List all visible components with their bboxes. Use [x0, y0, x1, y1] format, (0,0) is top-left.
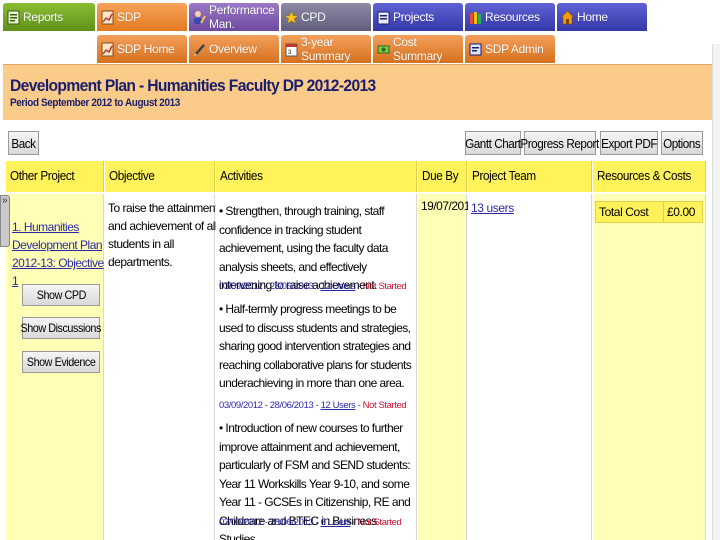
books-icon [470, 11, 481, 24]
activity-text: • Half-termly progress meetings to be us… [219, 302, 412, 390]
page-title: Development Plan - Humanities Faculty DP… [10, 76, 376, 95]
subnav-3-year-summary[interactable]: 3 3-year Summary [281, 35, 371, 63]
nav-label: SDP [117, 10, 141, 24]
activities-cell: • Strengthen, through training, staff co… [216, 194, 417, 540]
subnav-label: SDP Admin [485, 42, 544, 56]
activity-dates: 03/09/2012 - 28/06/2013 - [219, 400, 321, 411]
header-resources-costs: Resources & Costs [593, 161, 706, 192]
folder-doc-icon [377, 11, 390, 24]
show-evidence-button[interactable]: Show Evidence [22, 351, 100, 373]
cost-summary: Total Cost £0.00 [595, 201, 703, 223]
nav-label: Resources [485, 10, 540, 24]
objective-table: Other Project Objective Activities Due B… [6, 161, 706, 540]
header-activities: Activities [216, 161, 417, 192]
project-link[interactable]: 1. Humanities Development Plan 2012-13: … [12, 218, 104, 290]
show-evidence-label: Show Evidence [26, 355, 96, 369]
chart-icon [101, 10, 114, 24]
page-header: Development Plan - Humanities Faculty DP… [3, 64, 712, 120]
back-button[interactable]: Back [8, 131, 39, 155]
subnav-label: SDP Home [117, 42, 175, 56]
nav-label: CPD [301, 10, 326, 24]
nav-sdp[interactable]: SDP [97, 3, 187, 31]
chart-icon [101, 42, 114, 56]
nav-cpd[interactable]: CPD [281, 3, 371, 31]
header-objective: Objective [105, 161, 215, 192]
sdp-subnav: SDP Home Overview 3 3-year Summary Cost … [3, 35, 555, 63]
objective-text: To raise the attainment and achievement … [108, 201, 218, 269]
status-separator: - [355, 281, 363, 292]
header-other-project: Other Project [6, 161, 104, 192]
project-team-cell: 13 users [468, 194, 592, 540]
pencil-icon [194, 43, 205, 56]
admin-icon [469, 43, 482, 55]
subnav-overview[interactable]: Overview [189, 35, 279, 63]
main-nav: Reports SDP Performance Man. CPD Project… [3, 3, 647, 31]
due-by-cell: 19/07/2013 [418, 194, 477, 540]
calendar-icon: 3 [285, 43, 298, 56]
nav-label: Projects [393, 10, 434, 24]
header-project-team: Project Team [468, 161, 592, 192]
options-label: Options [663, 135, 701, 151]
scrollbar[interactable] [712, 44, 720, 540]
back-button-label: Back [11, 135, 36, 151]
subnav-cost-summary[interactable]: Cost Summary [373, 35, 463, 63]
options-button[interactable]: Options [661, 131, 703, 155]
nav-projects[interactable]: Projects [373, 3, 463, 31]
status-separator: - [350, 517, 358, 528]
nav-resources[interactable]: Resources [465, 3, 555, 31]
activity-status: Not Started [362, 400, 407, 411]
nav-label: Reports [23, 10, 63, 24]
activity-meta: 03/09/2012 - 28/06/2013 - 12 Users - Not… [219, 281, 407, 292]
star-icon [285, 9, 298, 24]
show-cpd-label: Show CPD [36, 288, 86, 302]
page-period: Period September 2012 to August 2013 [10, 97, 180, 109]
subnav-label: 3-year Summary [301, 35, 351, 63]
export-pdf-button[interactable]: Export PDF [600, 131, 658, 155]
person-pencil-icon [194, 10, 206, 24]
subnav-label: Cost Summary [393, 35, 443, 63]
activity-users-link[interactable]: 12 Users [321, 400, 356, 411]
activity-status: Not Started [357, 517, 402, 528]
money-icon [377, 45, 390, 53]
home-icon [561, 10, 574, 24]
total-cost-value: £0.00 [667, 205, 696, 219]
report-icon [7, 10, 20, 24]
team-users-link[interactable]: 13 users [471, 201, 514, 215]
activity-users-link[interactable]: 6 Users [321, 517, 351, 528]
nav-reports[interactable]: Reports [3, 3, 95, 31]
show-discussions-label: Show Discussions [20, 321, 102, 335]
subnav-label: Overview [209, 42, 257, 56]
activity-dates: 03/09/2012 - 28/06/2013 - [219, 517, 321, 528]
nav-label: Home [577, 10, 608, 24]
total-cost-label: Total Cost [596, 202, 664, 222]
nav-home[interactable]: Home [557, 3, 647, 31]
export-pdf-label: Export PDF [601, 135, 657, 151]
nav-performance[interactable]: Performance Man. [189, 3, 279, 31]
show-cpd-button[interactable]: Show CPD [22, 284, 100, 306]
objective-cell: To raise the attainment and achievement … [105, 194, 218, 540]
status-separator: - [355, 400, 363, 411]
show-discussions-button[interactable]: Show Discussions [20, 317, 102, 339]
activity-dates: 03/09/2012 - 28/06/2013 - [219, 281, 321, 292]
subnav-sdp-admin[interactable]: SDP Admin [465, 35, 555, 63]
activity-users-link[interactable]: 12 Users [321, 281, 356, 292]
activity-status: Not Started [362, 281, 407, 292]
nav-label: Performance Man. [209, 3, 275, 31]
resources-costs-cell: Total Cost £0.00 [593, 194, 706, 540]
activity-meta: 03/09/2012 - 28/06/2013 - 6 Users - Not … [219, 517, 402, 528]
gantt-chart-label: Gantt Chart [465, 135, 521, 151]
subnav-spacer [3, 35, 95, 63]
header-due-by: Due By [418, 161, 467, 192]
subnav-sdp-home[interactable]: SDP Home [97, 35, 187, 63]
progress-report-label: Progress Report [520, 135, 600, 151]
other-project-cell: 1. Humanities Development Plan 2012-13: … [6, 194, 104, 540]
gantt-chart-button[interactable]: Gantt Chart [465, 131, 521, 155]
activity-meta: 03/09/2012 - 28/06/2013 - 12 Users - Not… [219, 400, 407, 411]
progress-report-button[interactable]: Progress Report [520, 131, 600, 155]
sidebar-expander-handle[interactable] [0, 195, 10, 247]
